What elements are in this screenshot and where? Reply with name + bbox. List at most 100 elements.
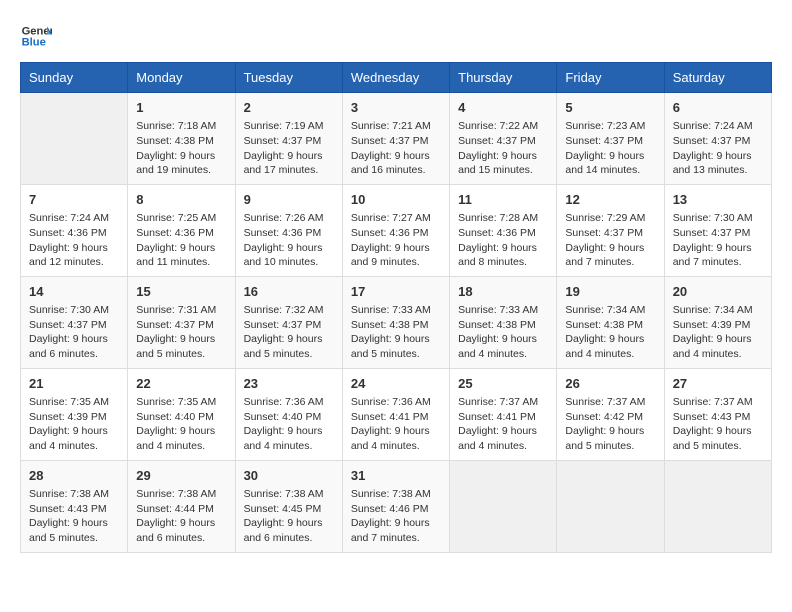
day-info: Sunrise: 7:36 AM Sunset: 4:41 PM Dayligh… [351,395,441,454]
day-number: 26 [565,375,655,393]
day-info: Sunrise: 7:21 AM Sunset: 4:37 PM Dayligh… [351,119,441,178]
day-info: Sunrise: 7:37 AM Sunset: 4:41 PM Dayligh… [458,395,548,454]
calendar-cell: 30Sunrise: 7:38 AM Sunset: 4:45 PM Dayli… [235,460,342,552]
day-info: Sunrise: 7:27 AM Sunset: 4:36 PM Dayligh… [351,211,441,270]
day-number: 14 [29,283,119,301]
day-number: 8 [136,191,226,209]
calendar-cell: 16 Sunrise: 7:32 AM Sunset: 4:37 PM Dayli… [235,276,342,368]
calendar-cell: 5 Sunrise: 7:23 AM Sunset: 4:37 PM Daylig… [557,93,664,185]
day-number: 1 [136,99,226,117]
day-info: Sunrise: 7:36 AM Sunset: 4:40 PM Dayligh… [244,395,334,454]
weekday-header-row: SundayMondayTuesdayWednesdayThursdayFrid… [21,63,772,93]
day-info: Sunrise: 7:37 AM Sunset: 4:43 PM Dayligh… [673,395,763,454]
day-info: Sunrise: 7:38 AM Sunset: 4:44 PM Dayligh… [136,487,226,546]
day-number: 3 [351,99,441,117]
day-number: 12 [565,191,655,209]
calendar-cell: 12 Sunrise: 7:29 AM Sunset: 4:37 PM Dayli… [557,184,664,276]
day-info: Sunrise: 7:30 AM Sunset: 4:37 PM Dayligh… [29,303,119,362]
day-number: 4 [458,99,548,117]
calendar-cell [664,460,771,552]
day-number: 20 [673,283,763,301]
day-number: 22 [136,375,226,393]
calendar-cell: 21 Sunrise: 7:35 AM Sunset: 4:39 PM Dayli… [21,368,128,460]
day-info: Sunrise: 7:30 AM Sunset: 4:37 PM Dayligh… [673,211,763,270]
week-row-4: 21 Sunrise: 7:35 AM Sunset: 4:39 PM Dayli… [21,368,772,460]
day-info: Sunrise: 7:33 AM Sunset: 4:38 PM Dayligh… [351,303,441,362]
logo-icon: General Blue [20,20,52,52]
day-number: 16 [244,283,334,301]
day-number: 19 [565,283,655,301]
calendar-cell: 4Sunrise: 7:22 AM Sunset: 4:37 PM Daylig… [450,93,557,185]
calendar-cell: 3 Sunrise: 7:21 AM Sunset: 4:37 PM Daylig… [342,93,449,185]
day-number: 5 [565,99,655,117]
day-info: Sunrise: 7:24 AM Sunset: 4:37 PM Dayligh… [673,119,763,178]
day-info: Sunrise: 7:35 AM Sunset: 4:40 PM Dayligh… [136,395,226,454]
calendar-cell: 31 Sunrise: 7:38 AM Sunset: 4:46 PM Dayli… [342,460,449,552]
weekday-header-sunday: Sunday [21,63,128,93]
page-header: General Blue [20,20,772,52]
day-number: 30 [244,467,334,485]
day-number: 29 [136,467,226,485]
day-info: Sunrise: 7:23 AM Sunset: 4:37 PM Dayligh… [565,119,655,178]
calendar-cell: 2Sunrise: 7:19 AM Sunset: 4:37 PM Daylig… [235,93,342,185]
calendar-cell: 1Sunrise: 7:18 AM Sunset: 4:38 PM Daylig… [128,93,235,185]
weekday-header-tuesday: Tuesday [235,63,342,93]
calendar-cell: 25 Sunrise: 7:37 AM Sunset: 4:41 PM Dayli… [450,368,557,460]
day-number: 23 [244,375,334,393]
day-info: Sunrise: 7:38 AM Sunset: 4:43 PM Dayligh… [29,487,119,546]
day-number: 9 [244,191,334,209]
calendar-cell: 15 Sunrise: 7:31 AM Sunset: 4:37 PM Dayli… [128,276,235,368]
day-number: 11 [458,191,548,209]
calendar-cell: 19 Sunrise: 7:34 AM Sunset: 4:38 PM Dayli… [557,276,664,368]
day-info: Sunrise: 7:26 AM Sunset: 4:36 PM Dayligh… [244,211,334,270]
week-row-3: 14 Sunrise: 7:30 AM Sunset: 4:37 PM Dayli… [21,276,772,368]
day-info: Sunrise: 7:33 AM Sunset: 4:38 PM Dayligh… [458,303,548,362]
day-number: 10 [351,191,441,209]
calendar-cell [450,460,557,552]
day-number: 17 [351,283,441,301]
weekday-header-saturday: Saturday [664,63,771,93]
day-info: Sunrise: 7:25 AM Sunset: 4:36 PM Dayligh… [136,211,226,270]
day-number: 6 [673,99,763,117]
calendar-cell: 14 Sunrise: 7:30 AM Sunset: 4:37 PM Dayli… [21,276,128,368]
day-number: 25 [458,375,548,393]
week-row-1: 1Sunrise: 7:18 AM Sunset: 4:38 PM Daylig… [21,93,772,185]
calendar-cell: 10 Sunrise: 7:27 AM Sunset: 4:36 PM Dayli… [342,184,449,276]
calendar-cell: 17 Sunrise: 7:33 AM Sunset: 4:38 PM Dayli… [342,276,449,368]
calendar-cell: 28 Sunrise: 7:38 AM Sunset: 4:43 PM Dayli… [21,460,128,552]
calendar-cell: 6 Sunrise: 7:24 AM Sunset: 4:37 PM Daylig… [664,93,771,185]
weekday-header-friday: Friday [557,63,664,93]
week-row-5: 28 Sunrise: 7:38 AM Sunset: 4:43 PM Dayli… [21,460,772,552]
day-number: 31 [351,467,441,485]
calendar-cell: 7 Sunrise: 7:24 AM Sunset: 4:36 PM Daylig… [21,184,128,276]
calendar-cell: 11Sunrise: 7:28 AM Sunset: 4:36 PM Dayli… [450,184,557,276]
day-number: 7 [29,191,119,209]
day-info: Sunrise: 7:24 AM Sunset: 4:36 PM Dayligh… [29,211,119,270]
day-info: Sunrise: 7:35 AM Sunset: 4:39 PM Dayligh… [29,395,119,454]
day-info: Sunrise: 7:31 AM Sunset: 4:37 PM Dayligh… [136,303,226,362]
day-number: 18 [458,283,548,301]
day-info: Sunrise: 7:29 AM Sunset: 4:37 PM Dayligh… [565,211,655,270]
weekday-header-monday: Monday [128,63,235,93]
week-row-2: 7 Sunrise: 7:24 AM Sunset: 4:36 PM Daylig… [21,184,772,276]
day-number: 27 [673,375,763,393]
calendar-cell: 9 Sunrise: 7:26 AM Sunset: 4:36 PM Daylig… [235,184,342,276]
calendar-cell: 24Sunrise: 7:36 AM Sunset: 4:41 PM Dayli… [342,368,449,460]
day-number: 13 [673,191,763,209]
day-number: 2 [244,99,334,117]
calendar-cell: 8 Sunrise: 7:25 AM Sunset: 4:36 PM Daylig… [128,184,235,276]
calendar-cell [557,460,664,552]
calendar-cell: 20Sunrise: 7:34 AM Sunset: 4:39 PM Dayli… [664,276,771,368]
day-info: Sunrise: 7:38 AM Sunset: 4:46 PM Dayligh… [351,487,441,546]
logo: General Blue [20,20,52,52]
svg-text:Blue: Blue [22,37,46,49]
calendar-cell: 26Sunrise: 7:37 AM Sunset: 4:42 PM Dayli… [557,368,664,460]
day-number: 21 [29,375,119,393]
weekday-header-thursday: Thursday [450,63,557,93]
day-info: Sunrise: 7:32 AM Sunset: 4:37 PM Dayligh… [244,303,334,362]
day-number: 15 [136,283,226,301]
weekday-header-wednesday: Wednesday [342,63,449,93]
day-number: 28 [29,467,119,485]
calendar-cell: 13 Sunrise: 7:30 AM Sunset: 4:37 PM Dayli… [664,184,771,276]
day-info: Sunrise: 7:34 AM Sunset: 4:38 PM Dayligh… [565,303,655,362]
